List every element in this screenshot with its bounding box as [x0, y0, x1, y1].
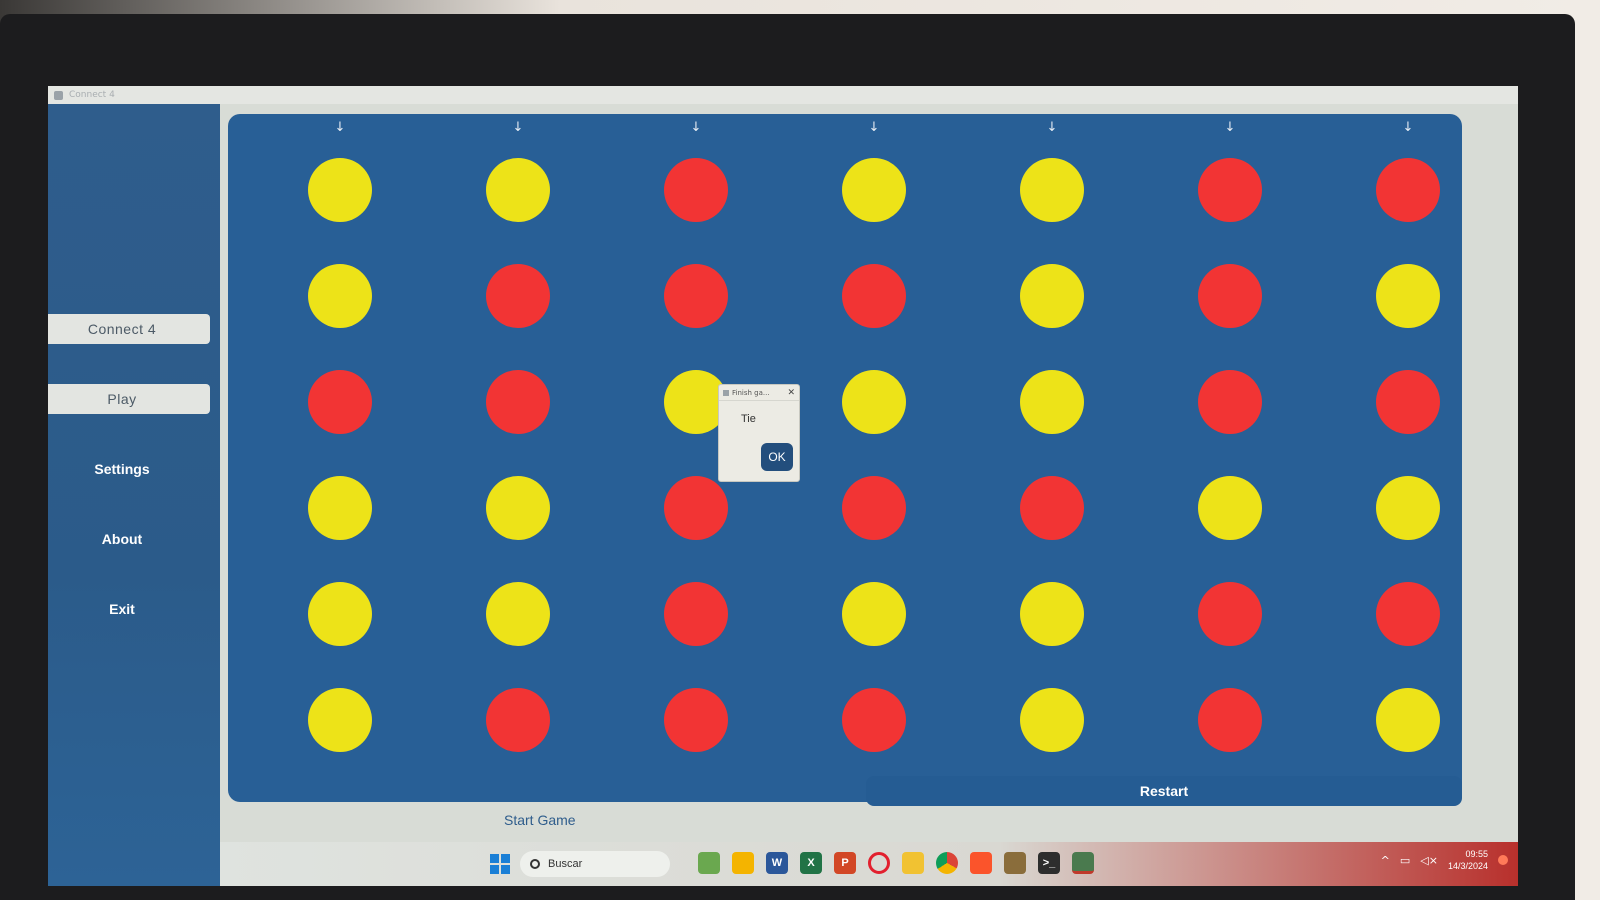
drop-arrow-col-6[interactable]: ↓ — [1220, 120, 1240, 135]
red-disc — [486, 370, 550, 434]
yellow-disc — [842, 582, 906, 646]
dialog-header: Finish ga... ✕ — [719, 385, 799, 401]
red-disc — [664, 582, 728, 646]
red-disc — [1376, 582, 1440, 646]
red-disc — [1198, 582, 1262, 646]
dialog-title: Finish ga... — [732, 388, 770, 397]
sidebar-item-exit[interactable]: Exit — [48, 594, 210, 624]
close-icon[interactable]: ✕ — [787, 388, 795, 398]
sidebar-item-about[interactable]: About — [48, 524, 210, 554]
excel-icon[interactable]: X — [800, 852, 822, 874]
red-disc — [1198, 688, 1262, 752]
red-disc — [1198, 158, 1262, 222]
clock-date: 14/3/2024 — [1447, 861, 1488, 871]
yellow-disc — [486, 158, 550, 222]
yellow-disc — [1376, 688, 1440, 752]
yellow-disc — [308, 158, 372, 222]
network-icon[interactable]: ▭ — [1400, 854, 1410, 867]
drop-arrow-col-7[interactable]: ↓ — [1398, 120, 1418, 135]
red-disc — [1198, 370, 1262, 434]
sidebar-item-settings[interactable]: Settings — [48, 454, 210, 484]
yellow-disc — [1020, 264, 1084, 328]
red-disc — [486, 264, 550, 328]
connect4-app-icon[interactable] — [1072, 852, 1094, 874]
finish-game-dialog: Finish ga... ✕ Tie OK — [718, 384, 800, 482]
red-disc — [664, 264, 728, 328]
search-placeholder: Buscar — [548, 858, 583, 870]
red-disc — [1198, 264, 1262, 328]
terminal-icon[interactable]: >_ — [1038, 852, 1060, 874]
chrome-icon[interactable] — [936, 852, 958, 874]
search-icon — [530, 859, 540, 869]
yellow-disc — [1376, 476, 1440, 540]
drop-arrow-col-5[interactable]: ↓ — [1042, 120, 1062, 135]
monitor-bezel: Connect 4 Connect 4 Play Settings About … — [0, 14, 1575, 900]
clock[interactable]: 09:55 14/3/2024 — [1448, 848, 1488, 872]
notification-icon[interactable] — [1498, 855, 1508, 865]
drop-arrow-col-1[interactable]: ↓ — [330, 120, 350, 135]
red-disc — [664, 476, 728, 540]
volume-muted-icon[interactable]: ◁× — [1420, 854, 1438, 867]
dialog-message: Tie — [741, 413, 756, 425]
chevron-up-icon[interactable]: ^ — [1381, 854, 1390, 867]
red-disc — [664, 158, 728, 222]
red-disc — [1376, 370, 1440, 434]
opera-icon[interactable] — [868, 852, 890, 874]
brave-icon[interactable] — [970, 852, 992, 874]
yellow-disc — [1376, 264, 1440, 328]
window-titlebar: Connect 4 — [48, 86, 1518, 104]
red-disc — [1020, 476, 1084, 540]
sidebar: Connect 4 Play Settings About Exit — [48, 104, 220, 886]
file-explorer-icon[interactable] — [732, 852, 754, 874]
ok-button[interactable]: OK — [761, 443, 793, 471]
sidebar-item-play[interactable]: Play — [48, 384, 210, 414]
restart-button[interactable]: Restart — [866, 776, 1462, 806]
red-disc — [486, 688, 550, 752]
system-tray: ^ ▭ ◁× 09:55 14/3/2024 — [1381, 848, 1508, 872]
yellow-disc — [1020, 688, 1084, 752]
drop-arrow-col-2[interactable]: ↓ — [508, 120, 528, 135]
red-disc — [842, 476, 906, 540]
notes-icon[interactable] — [902, 852, 924, 874]
windows-start-icon[interactable] — [490, 854, 510, 874]
yellow-disc — [1198, 476, 1262, 540]
word-icon[interactable]: W — [766, 852, 788, 874]
red-disc — [842, 688, 906, 752]
game-board: ↓ ↓ ↓ ↓ ↓ ↓ ↓ — [228, 114, 1462, 802]
dialog-app-icon — [723, 389, 729, 396]
yellow-disc — [486, 582, 550, 646]
powerpoint-icon[interactable]: P — [834, 852, 856, 874]
taskbar: Buscar W X P >_ ^ ▭ ◁× 09:55 14/3/2024 — [220, 842, 1518, 886]
drop-arrow-col-3[interactable]: ↓ — [686, 120, 706, 135]
yellow-disc — [308, 264, 372, 328]
yellow-disc — [1020, 158, 1084, 222]
yellow-disc — [486, 476, 550, 540]
clock-time: 09:55 — [1465, 849, 1488, 859]
yellow-disc — [842, 158, 906, 222]
app-icon — [54, 90, 63, 100]
yellow-disc — [1020, 370, 1084, 434]
widgets-icon[interactable] — [698, 852, 720, 874]
red-disc — [842, 264, 906, 328]
red-disc — [308, 370, 372, 434]
app-icon[interactable] — [1004, 852, 1026, 874]
drop-arrow-col-4[interactable]: ↓ — [864, 120, 884, 135]
taskbar-search[interactable]: Buscar — [520, 851, 670, 877]
yellow-disc — [308, 688, 372, 752]
sidebar-item-connect4[interactable]: Connect 4 — [48, 314, 210, 344]
yellow-disc — [308, 582, 372, 646]
red-disc — [664, 688, 728, 752]
yellow-disc — [1020, 582, 1084, 646]
yellow-disc — [842, 370, 906, 434]
start-game-button[interactable]: Start Game — [504, 812, 576, 828]
screen: Connect 4 Connect 4 Play Settings About … — [48, 86, 1518, 886]
red-disc — [1376, 158, 1440, 222]
window-title: Connect 4 — [69, 90, 115, 100]
yellow-disc — [308, 476, 372, 540]
